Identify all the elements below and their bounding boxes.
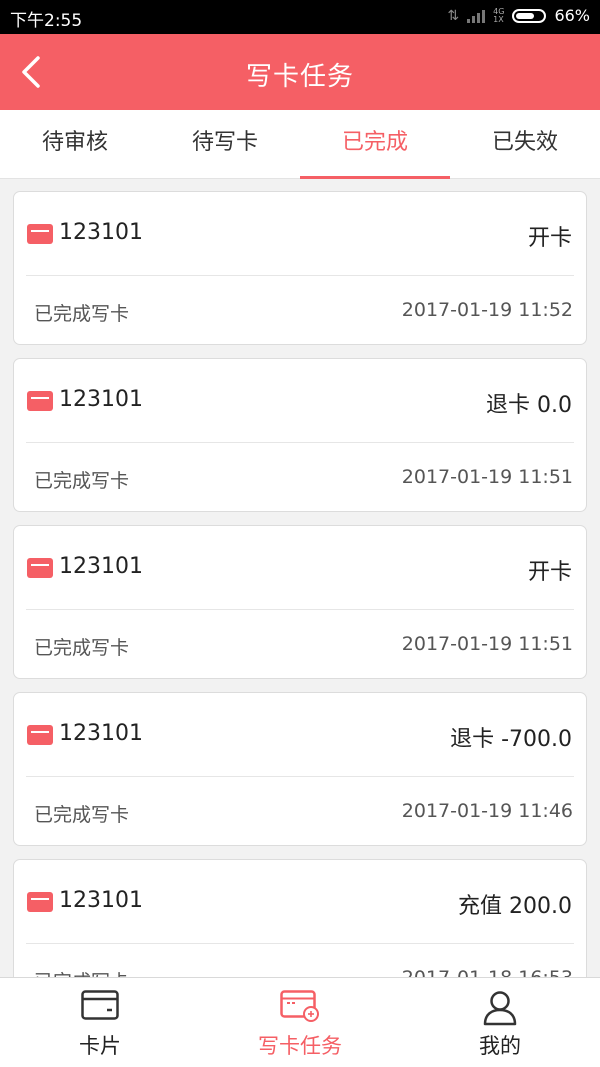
nav-cards-label: 卡片: [79, 1034, 121, 1058]
battery-icon: [512, 8, 547, 23]
task-status: 已完成写卡: [34, 967, 129, 977]
network-type-icon: 4G 1X: [493, 7, 504, 24]
task-card-header: 123101 开卡: [26, 526, 574, 610]
status-icons: ⇅ 4G 1X 66%: [447, 6, 590, 25]
task-time: 2017-01-19 11:46: [401, 800, 573, 822]
task-card-header: 123101 退卡 -700.0: [26, 693, 574, 777]
card-number: 123101: [59, 721, 143, 746]
user-icon: [483, 991, 517, 1026]
app-header: 写卡任务: [0, 34, 600, 110]
tab-bar: 待审核 待写卡 已完成 已失效: [0, 110, 600, 179]
signal-icon: [467, 9, 486, 23]
tab-pending-write[interactable]: 待写卡: [150, 110, 300, 178]
task-type: 充值 200.0: [458, 894, 572, 919]
status-time: 下午2:55: [10, 11, 83, 31]
tab-expired[interactable]: 已失效: [450, 110, 600, 178]
task-card-header: 123101 退卡 0.0: [26, 359, 574, 443]
task-type: 退卡 0.0: [486, 393, 572, 418]
task-status: 已完成写卡: [34, 637, 130, 659]
tab-completed[interactable]: 已完成: [300, 110, 450, 179]
task-card[interactable]: 123101 开卡 已完成写卡 2017-01-19 11:51: [13, 525, 587, 679]
card-icon: [27, 558, 53, 578]
nav-cards[interactable]: 卡片: [0, 978, 200, 1067]
card-icon: [27, 725, 53, 745]
task-status: 已完成写卡: [34, 303, 130, 325]
task-time: 2017-01-19 11:51: [401, 633, 573, 655]
network-sub-label: 1X: [493, 14, 504, 24]
task-time: 2017-01-19 11:51: [401, 466, 573, 488]
task-type: 开卡: [527, 226, 572, 251]
task-type: 退卡 -700.0: [450, 727, 572, 752]
card-icon: [27, 224, 53, 244]
page-title: 写卡任务: [245, 62, 354, 92]
card-icon: [27, 892, 53, 912]
status-bar: 下午2:55 ⇅ 4G 1X 66%: [0, 0, 600, 34]
card-icon: [27, 391, 53, 411]
card-number: 123101: [59, 554, 143, 579]
card-write-icon: [280, 990, 319, 1022]
card-number: 123101: [59, 220, 143, 245]
task-status: 已完成写卡: [34, 804, 130, 826]
task-card-header: 123101 充值 200.0: [26, 860, 574, 944]
bottom-nav: 卡片 写卡任务 我的: [0, 977, 600, 1067]
task-status: 已完成写卡: [34, 470, 130, 492]
task-card[interactable]: 123101 退卡 -700.0 已完成写卡 2017-01-19 11:46: [13, 692, 587, 846]
task-card[interactable]: 123101 充值 200.0 已完成写卡 2017-01-18 16:53: [13, 859, 587, 977]
nav-write-tasks[interactable]: 写卡任务: [200, 978, 400, 1067]
nav-write-tasks-label: 写卡任务: [258, 1034, 342, 1058]
task-card[interactable]: 123101 退卡 0.0 已完成写卡 2017-01-19 11:51: [13, 358, 587, 512]
card-number: 123101: [59, 387, 143, 412]
card-number: 123101: [59, 888, 143, 913]
battery-level: [516, 12, 534, 19]
task-list[interactable]: 123101 开卡 已完成写卡 2017-01-19 11:52 123101 …: [0, 179, 600, 977]
nav-mine[interactable]: 我的: [400, 978, 600, 1067]
tab-pending-review[interactable]: 待审核: [0, 110, 150, 178]
task-card[interactable]: 123101 开卡 已完成写卡 2017-01-19 11:52: [13, 191, 587, 345]
card-icon: [81, 990, 119, 1020]
data-transfer-icon: ⇅: [447, 7, 460, 24]
task-time: 2017-01-19 11:52: [401, 299, 573, 321]
nav-mine-label: 我的: [479, 1034, 521, 1058]
task-time: 2017-01-18 16:53: [402, 967, 573, 977]
task-type: 开卡: [527, 560, 572, 585]
battery-percent: 66%: [554, 6, 590, 25]
task-card-header: 123101 开卡: [26, 192, 574, 276]
